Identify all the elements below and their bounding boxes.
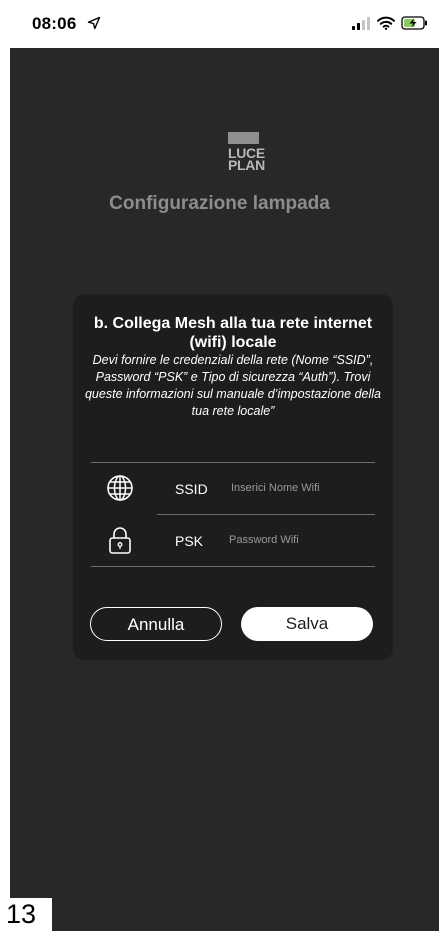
dialog-description: Devi fornire le credenziali della rete (… xyxy=(84,353,381,418)
ssid-label: SSID xyxy=(175,481,208,497)
logo-bar xyxy=(228,132,259,144)
divider-bottom xyxy=(91,566,375,567)
battery-charging-icon xyxy=(401,16,427,30)
psk-input[interactable] xyxy=(229,528,369,552)
cancel-button[interactable]: Annulla xyxy=(90,607,222,641)
lock-icon xyxy=(109,527,131,554)
psk-label: PSK xyxy=(175,533,204,549)
app-screen: LUCE PLAN Configurazione lampada b. Coll… xyxy=(10,48,439,931)
logo-line-2: PLAN xyxy=(228,157,265,173)
location-arrow-icon xyxy=(87,16,101,30)
ssid-row: SSID xyxy=(91,463,377,515)
globe-icon xyxy=(107,475,133,501)
wifi-config-dialog: b. Collega Mesh alla tua rete internet (… xyxy=(73,294,393,660)
signal-icon xyxy=(352,17,370,30)
page-number: 13 xyxy=(0,898,52,931)
luceplan-logo: LUCE PLAN xyxy=(228,132,265,173)
status-icons xyxy=(351,16,429,30)
status-time: 08:06 xyxy=(32,14,77,33)
wifi-icon xyxy=(377,16,395,30)
psk-row: PSK xyxy=(91,515,377,567)
status-bar: 08:06 xyxy=(0,0,439,48)
ssid-input[interactable] xyxy=(231,476,371,500)
dialog-heading: b. Collega Mesh alla tua rete internet (… xyxy=(93,315,373,351)
save-button[interactable]: Salva xyxy=(241,607,373,641)
page: 08:06 LUCE PLAN Configurazione lampada b… xyxy=(0,0,439,931)
screen-title: Configurazione lampada xyxy=(109,193,330,214)
